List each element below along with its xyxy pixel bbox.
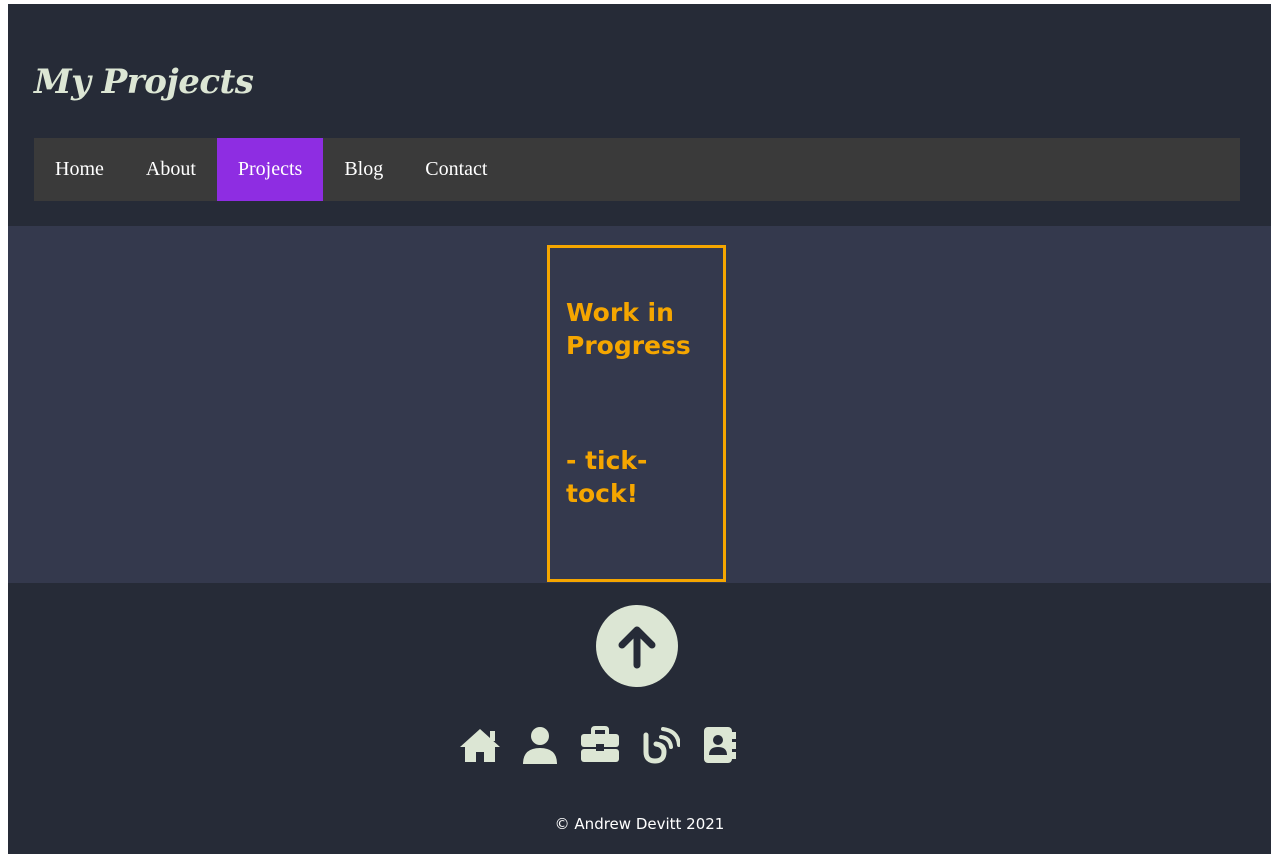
footer-projects-link[interactable]: [576, 725, 624, 765]
work-in-progress-notice: Work in Progress - tick-tock!: [547, 245, 726, 582]
blog-feed-icon: [643, 727, 680, 764]
footer-about-link[interactable]: [516, 725, 564, 765]
nav-item-projects[interactable]: Projects: [216, 138, 324, 201]
notice-line-2: - tick-tock!: [566, 446, 648, 508]
home-icon: [460, 729, 500, 762]
arrow-up-icon: [618, 626, 656, 669]
user-icon: [523, 727, 557, 764]
notice-line-1: Work in Progress: [566, 298, 691, 360]
scroll-to-top-button[interactable]: [596, 605, 678, 687]
footer-home-link[interactable]: [456, 725, 504, 765]
site-footer: © Andrew Devitt 2021: [8, 583, 1271, 854]
briefcase-icon: [581, 726, 619, 762]
nav-item-contact[interactable]: Contact: [404, 138, 508, 201]
nav-item-blog[interactable]: Blog: [323, 138, 404, 201]
main-navigation: Home About Projects Blog Contact: [34, 138, 1240, 201]
page-title: My Projects: [34, 62, 254, 102]
nav-item-home[interactable]: Home: [34, 138, 125, 201]
nav-item-about[interactable]: About: [125, 138, 217, 201]
footer-blog-link[interactable]: [636, 725, 684, 765]
main-content: Work in Progress - tick-tock!: [8, 226, 1271, 583]
site-header: My Projects Home About Projects Blog Con…: [8, 4, 1271, 226]
footer-contact-link[interactable]: [696, 725, 744, 765]
contact-book-icon: [704, 727, 736, 763]
page-frame: My Projects Home About Projects Blog Con…: [8, 4, 1271, 854]
footer-icon-links: [456, 725, 756, 765]
copyright-text: © Andrew Devitt 2021: [554, 815, 725, 833]
